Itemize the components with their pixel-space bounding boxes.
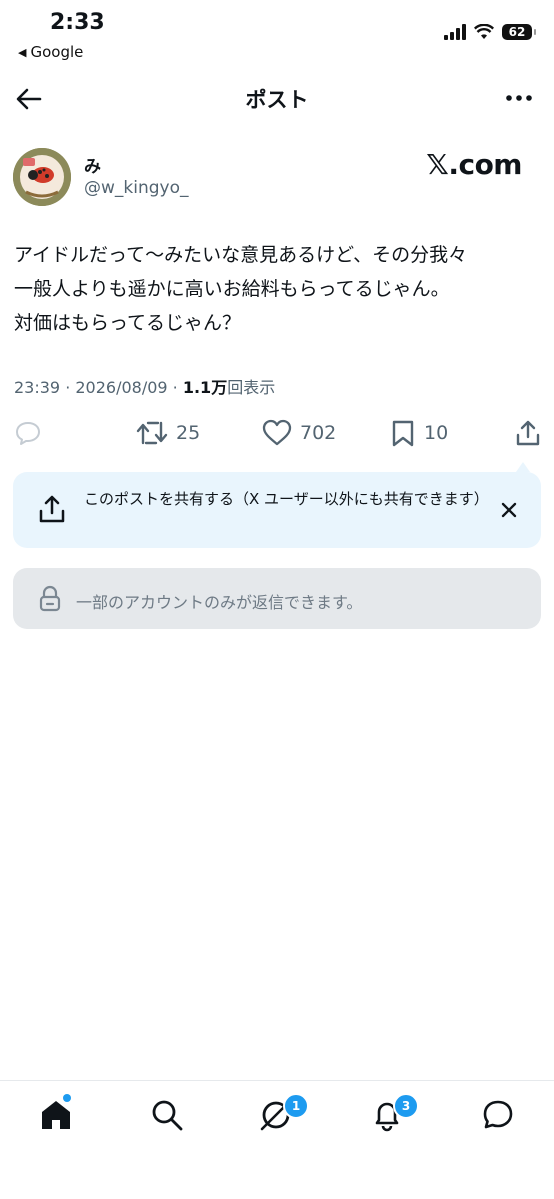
x-com-logo: 𝕏.com <box>426 148 522 181</box>
views-label: 回表示 <box>227 378 276 397</box>
avatar[interactable] <box>13 148 71 206</box>
reply-button[interactable] <box>14 418 42 448</box>
home-icon[interactable] <box>39 1098 73 1132</box>
post-line: 一般人よりも遥かに高いお給料もらってるじゃん。 <box>14 278 450 300</box>
reply-restriction-text: 一部のアカウントのみが返信できます。 <box>76 593 363 612</box>
back-triangle-icon: ◀ <box>18 45 27 59</box>
lock-icon <box>39 585 61 612</box>
wifi-icon <box>474 24 494 39</box>
share-icon <box>516 420 540 446</box>
post-meta: 23:39 · 2026/08/09 · 1.1万回表示 <box>14 374 275 398</box>
view-count: 1.1万 <box>182 378 228 397</box>
post-timestamp[interactable]: 23:39 · 2026/08/09 · <box>14 378 183 397</box>
status-time: 2:33 <box>50 10 105 35</box>
author-handle[interactable]: @w_kingyo_ <box>84 178 189 198</box>
share-upload-icon <box>39 495 65 523</box>
post-line: アイドルだって〜みたいな意見あるけど、その分我々 <box>14 244 468 266</box>
home-unread-dot <box>63 1094 71 1102</box>
notifications-badge: 3 <box>393 1093 419 1119</box>
bookmark-button[interactable]: 10 <box>390 418 448 448</box>
page-title: ポスト <box>245 88 309 112</box>
retweet-icon <box>136 421 168 445</box>
post-line: 対価はもらってるじゃん？ <box>14 312 242 334</box>
back-app-label: Google <box>30 43 84 61</box>
retweet-button[interactable]: 25 <box>136 418 200 448</box>
messages-icon[interactable] <box>481 1098 515 1132</box>
status-icons: 62 <box>444 24 536 40</box>
post-text: アイドルだって〜みたいな意見あるけど、その分我々 一般人よりも遥かに高いお給料も… <box>14 238 544 340</box>
share-button[interactable] <box>514 418 542 448</box>
ladybug-avatar-icon <box>13 148 71 206</box>
bookmark-icon <box>392 420 414 447</box>
like-button[interactable]: 702 <box>262 418 336 448</box>
messages-badge: 1 <box>283 1093 309 1119</box>
more-options-icon[interactable] <box>504 84 534 112</box>
search-icon[interactable] <box>150 1098 184 1132</box>
nav-divider <box>0 1080 554 1081</box>
signal-icon <box>444 24 466 40</box>
heart-icon <box>262 419 292 446</box>
bookmark-count: 10 <box>424 422 449 444</box>
like-count: 702 <box>300 422 337 444</box>
retweet-count: 25 <box>176 422 201 444</box>
share-prompt-text: このポストを共有する（X ユーザー以外にも共有できます） <box>84 490 489 508</box>
close-icon[interactable] <box>498 499 520 521</box>
author-name[interactable]: み <box>84 152 101 177</box>
back-to-app-link[interactable]: ◀ Google <box>18 43 83 61</box>
share-callout-pointer <box>516 462 530 472</box>
share-prompt[interactable] <box>13 472 541 548</box>
battery-icon: 62 <box>502 24 536 40</box>
reply-icon <box>16 422 40 445</box>
